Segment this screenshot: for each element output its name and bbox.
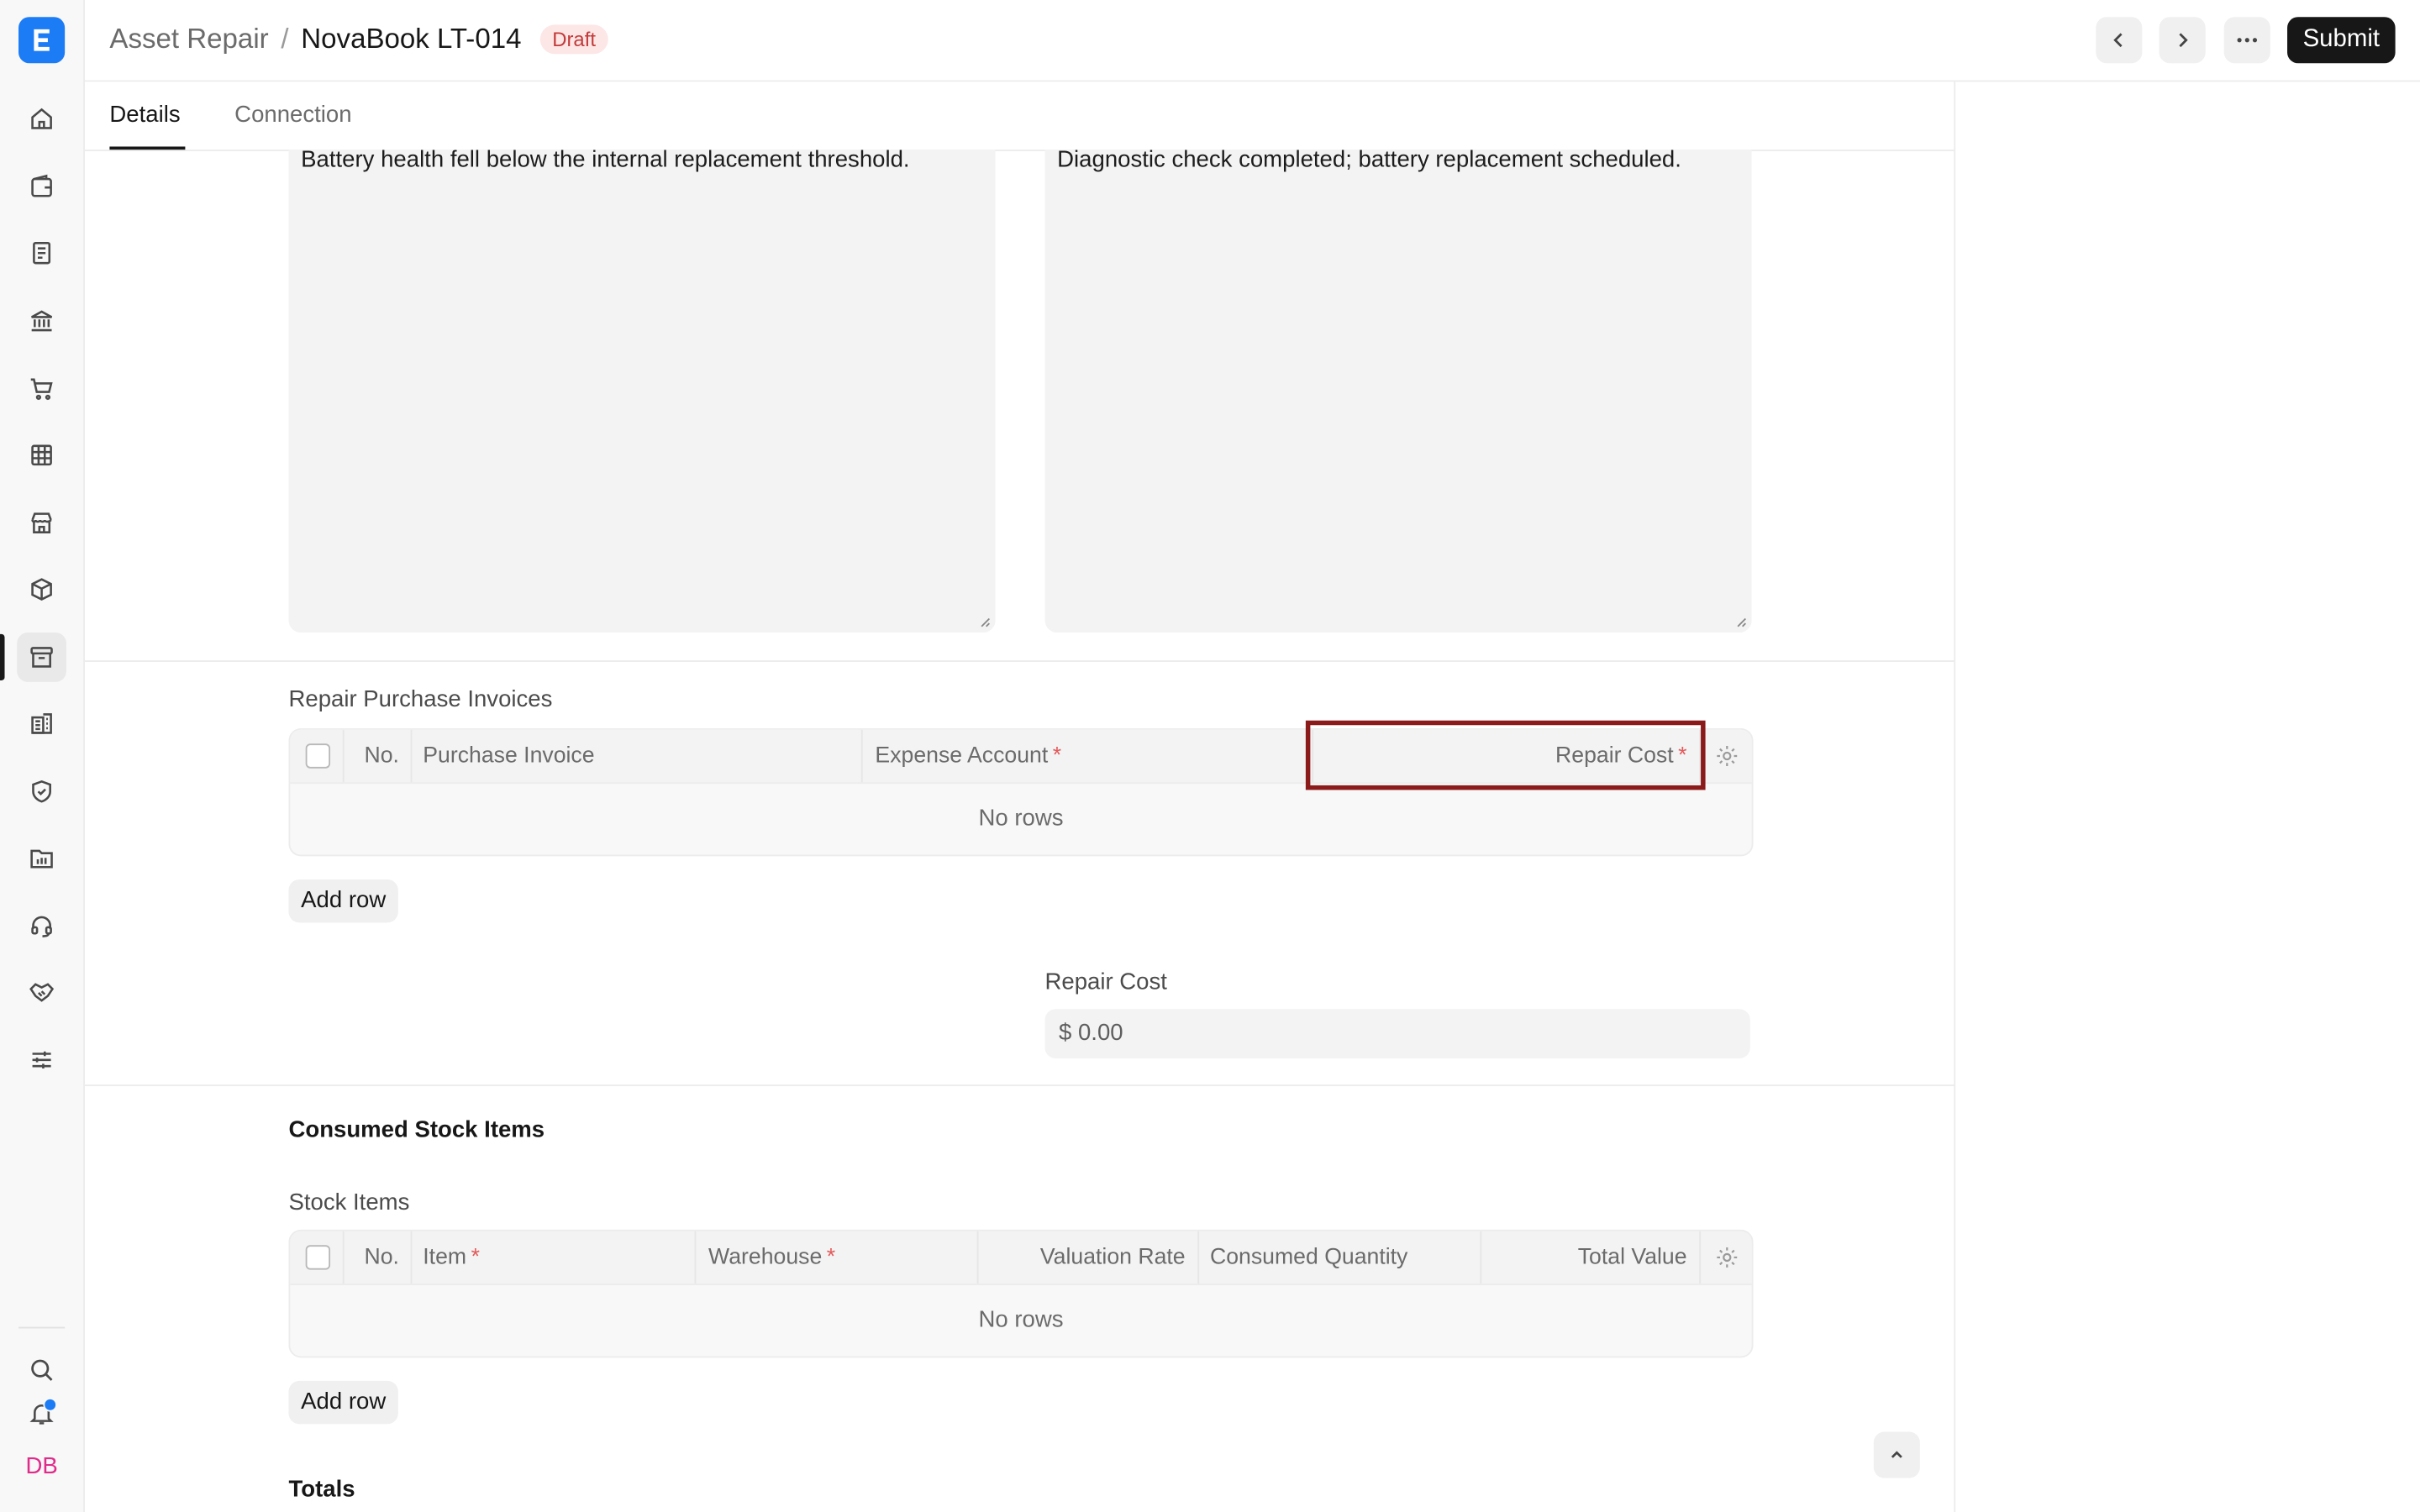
- select-all-checkbox[interactable]: [305, 1245, 331, 1270]
- sidebar: DB: [0, 0, 86, 1512]
- store-icon[interactable]: [17, 498, 66, 548]
- actions-performed-textarea[interactable]: Diagnostic check completed; battery repl…: [1044, 146, 1752, 633]
- required-marker: *: [1678, 743, 1687, 769]
- resize-grip-icon[interactable]: [1734, 616, 1747, 628]
- col-item-label: Item: [423, 1245, 467, 1270]
- col-warehouse[interactable]: Warehouse *: [696, 1231, 848, 1284]
- col-valuation-rate[interactable]: Valuation Rate: [978, 1231, 1197, 1284]
- notification-dot: [43, 1398, 57, 1412]
- required-marker: *: [1052, 743, 1062, 769]
- repair-invoices-label: Repair Purchase Invoices: [288, 686, 553, 713]
- add-row-button[interactable]: Add row: [288, 879, 398, 923]
- col-warehouse-label: Warehouse: [708, 1245, 823, 1270]
- col-expense-account[interactable]: Expense Account *: [863, 730, 1074, 782]
- search-icon[interactable]: [17, 1346, 66, 1395]
- col-expense-account-label: Expense Account: [875, 743, 1049, 769]
- package-icon[interactable]: [17, 564, 66, 614]
- required-marker: *: [826, 1245, 836, 1270]
- col-no: No.: [364, 1245, 399, 1270]
- tab-details[interactable]: Details: [109, 102, 180, 128]
- col-no: No.: [364, 743, 399, 769]
- shield-icon[interactable]: [17, 767, 66, 816]
- table-header: No. Item * Warehouse * Valuation Rate Cons…: [290, 1231, 1752, 1285]
- table-icon[interactable]: [17, 430, 66, 480]
- home-icon[interactable]: [17, 94, 66, 144]
- empty-rows-message: No rows: [978, 805, 1064, 832]
- next-button[interactable]: [2159, 17, 2206, 64]
- col-total-value[interactable]: Total Value: [1480, 1231, 1699, 1284]
- bank-icon[interactable]: [17, 297, 66, 346]
- col-repair-cost[interactable]: Repair Cost *: [1313, 730, 1699, 782]
- active-indicator: [0, 633, 5, 680]
- sidebar-panel-divider: [1954, 81, 1956, 1512]
- headset-icon[interactable]: [17, 901, 66, 951]
- repair-invoices-table: No. Purchase Invoice Expense Account * Re…: [288, 727, 1754, 857]
- gear-icon[interactable]: [1715, 743, 1739, 768]
- ellipsis-icon: [2237, 38, 2258, 43]
- app-logo[interactable]: [18, 17, 66, 64]
- sliders-icon[interactable]: [17, 1035, 66, 1084]
- description-text: Battery health fell below the internal r…: [301, 146, 910, 173]
- breadcrumb-parent-link[interactable]: Asset Repair: [109, 24, 268, 56]
- previous-button[interactable]: [2096, 17, 2143, 64]
- repair-cost-label: Repair Cost: [1044, 969, 1167, 995]
- actions-performed-text: Diagnostic check completed; battery repl…: [1057, 146, 1681, 173]
- repair-cost-field[interactable]: $ 0.00: [1044, 1009, 1750, 1058]
- description-textarea[interactable]: Battery health fell below the internal r…: [288, 146, 996, 633]
- chevron-right-icon: [2179, 33, 2188, 48]
- col-repair-cost-label: Repair Cost: [1555, 743, 1674, 769]
- folder-chart-icon[interactable]: [17, 833, 66, 883]
- submit-button[interactable]: Submit: [2287, 17, 2396, 64]
- active-tab-indicator: [109, 146, 186, 150]
- top-bar: Asset Repair / NovaBook LT-014 Draft Sub…: [85, 0, 2420, 82]
- building-icon[interactable]: [17, 699, 66, 748]
- section-divider: [85, 1084, 1954, 1087]
- table-header: No. Purchase Invoice Expense Account * Re…: [290, 729, 1752, 785]
- required-marker: *: [471, 1245, 480, 1270]
- avatar[interactable]: DB: [17, 1447, 66, 1488]
- gear-icon[interactable]: [1715, 1245, 1739, 1269]
- document-icon[interactable]: [17, 228, 66, 278]
- tab-connection[interactable]: Connection: [234, 102, 351, 128]
- empty-rows-message: No rows: [978, 1306, 1064, 1333]
- scroll-to-top-button[interactable]: [1873, 1431, 1920, 1478]
- status-badge: Draft: [539, 24, 608, 55]
- col-item[interactable]: Item *: [411, 1231, 492, 1284]
- tab-bar: Details Connection: [85, 81, 1954, 151]
- consumed-stock-section-title: Consumed Stock Items: [288, 1116, 545, 1144]
- sidebar-divider: [18, 1326, 66, 1329]
- section-divider: [85, 660, 1954, 662]
- archive-icon[interactable]: [17, 633, 66, 682]
- breadcrumb-separator: /: [281, 23, 289, 55]
- cart-icon[interactable]: [17, 364, 66, 413]
- col-purchase-invoice[interactable]: Purchase Invoice: [411, 730, 608, 782]
- breadcrumb: Asset Repair / NovaBook LT-014 Draft: [109, 24, 608, 56]
- col-consumed-quantity[interactable]: Consumed Quantity: [1197, 1231, 1420, 1284]
- resize-grip-icon[interactable]: [978, 616, 991, 628]
- chevron-left-icon: [2113, 33, 2123, 48]
- stock-items-label: Stock Items: [288, 1189, 410, 1216]
- bell-icon[interactable]: [17, 1389, 66, 1438]
- wallet-icon[interactable]: [17, 162, 66, 212]
- handshake-icon[interactable]: [17, 968, 66, 1017]
- chevron-up-icon: [1891, 1451, 1902, 1458]
- stock-items-table: No. Item * Warehouse * Valuation Rate Cons…: [288, 1229, 1754, 1358]
- page-title: NovaBook LT-014: [301, 23, 522, 55]
- select-all-checkbox[interactable]: [305, 743, 331, 769]
- add-row-button[interactable]: Add row: [288, 1380, 398, 1425]
- more-options-button[interactable]: [2223, 17, 2270, 64]
- totals-section-title: Totals: [288, 1476, 355, 1503]
